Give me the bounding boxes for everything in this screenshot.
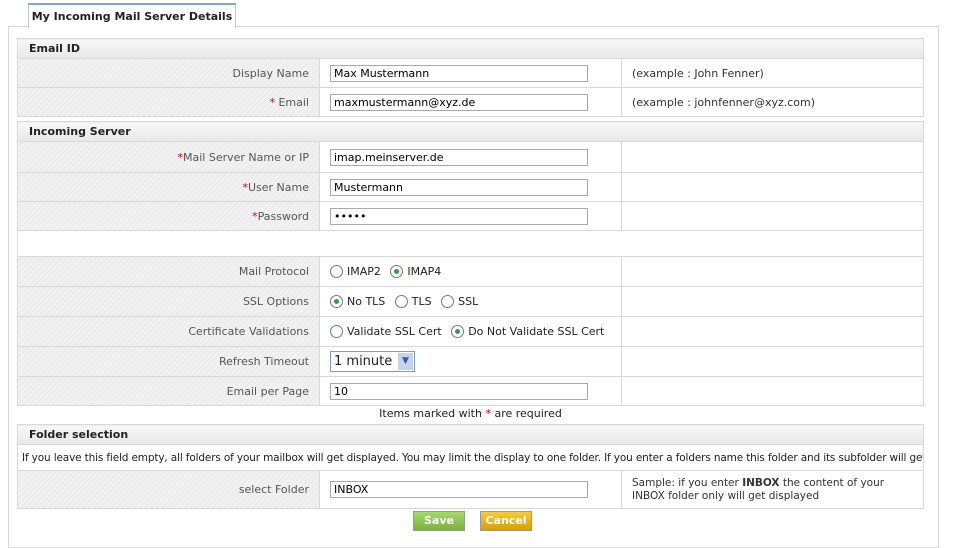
folder-sample: Sample: if you enter INBOX the content o… <box>621 470 924 509</box>
refresh-timeout-select[interactable]: 1 minute ▼ <box>330 351 415 372</box>
cert-label: Certificate Validations <box>17 316 320 347</box>
section-header: Incoming Server <box>17 121 924 142</box>
radio-imap4[interactable]: IMAP4 <box>390 264 442 279</box>
protocol-label: Mail Protocol <box>17 256 320 287</box>
display-name-input[interactable] <box>330 64 588 82</box>
incoming-server-section: Incoming Server *Mail Server Name or IP … <box>17 121 924 406</box>
radio-imap2[interactable]: IMAP2 <box>330 264 381 279</box>
per-page-label: Email per Page <box>17 376 320 406</box>
email-id-section: Email ID Display Name (example : John Fe… <box>17 38 924 117</box>
section-header: Folder selection <box>17 424 924 445</box>
required-note: Items marked with * are required <box>379 407 562 420</box>
email-example: (example : johnfenner@xyz.com) <box>621 87 924 117</box>
email-label: Email <box>278 95 309 109</box>
section-header: Email ID <box>17 38 924 59</box>
ssl-label: SSL Options <box>17 286 320 317</box>
display-name-row: Display Name (example : John Fenner) <box>17 58 924 88</box>
email-row: * Email (example : johnfenner@xyz.com) <box>17 87 924 117</box>
radio-label: No TLS <box>347 294 386 308</box>
radio-validate-cert[interactable]: Validate SSL Cert <box>330 324 442 339</box>
radio-label: TLS <box>411 294 432 308</box>
server-input[interactable] <box>330 148 588 166</box>
radio-selected-icon[interactable] <box>451 325 465 339</box>
folder-info: If you leave this field empty, all folde… <box>17 444 924 471</box>
per-page-input[interactable] <box>330 382 588 400</box>
tab-incoming-mail-server[interactable]: My Incoming Mail Server Details <box>28 3 236 28</box>
email-input[interactable] <box>330 93 588 111</box>
spacer-row <box>17 230 924 257</box>
select-value: 1 minute <box>334 354 393 369</box>
display-name-label: Display Name <box>17 58 320 88</box>
radio-selected-icon[interactable] <box>390 265 404 279</box>
radio-icon[interactable] <box>330 265 343 279</box>
password-label: Password <box>257 209 309 223</box>
radio-icon[interactable] <box>330 325 343 339</box>
display-name-example: (example : John Fenner) <box>621 58 924 88</box>
cancel-button[interactable]: Cancel <box>480 511 532 531</box>
radio-label: IMAP4 <box>407 264 442 278</box>
radio-label: Do Not Validate SSL Cert <box>468 324 605 338</box>
radio-tls[interactable]: TLS <box>394 294 432 309</box>
folder-section: Folder selection If you leave this field… <box>17 424 924 509</box>
refresh-label: Refresh Timeout <box>17 346 320 377</box>
save-button[interactable]: Save <box>413 511 465 531</box>
radio-icon[interactable] <box>441 295 455 309</box>
radio-label: IMAP2 <box>347 264 381 278</box>
radio-selected-icon[interactable] <box>330 295 343 309</box>
radio-no-tls[interactable]: No TLS <box>330 294 386 309</box>
user-name-label: User Name <box>247 180 309 194</box>
user-name-input[interactable] <box>330 178 588 196</box>
radio-ssl[interactable]: SSL <box>441 294 479 309</box>
folder-input[interactable] <box>330 481 588 498</box>
radio-label: Validate SSL Cert <box>347 324 442 338</box>
required-marker: * <box>269 95 275 109</box>
radio-icon[interactable] <box>394 295 408 309</box>
password-input[interactable] <box>330 207 588 225</box>
server-label: Mail Server Name or IP <box>183 150 309 164</box>
radio-no-validate-cert[interactable]: Do Not Validate SSL Cert <box>451 324 605 339</box>
radio-label: SSL <box>458 294 479 308</box>
folder-label: select Folder <box>17 470 320 509</box>
chevron-down-icon[interactable]: ▼ <box>398 353 413 370</box>
